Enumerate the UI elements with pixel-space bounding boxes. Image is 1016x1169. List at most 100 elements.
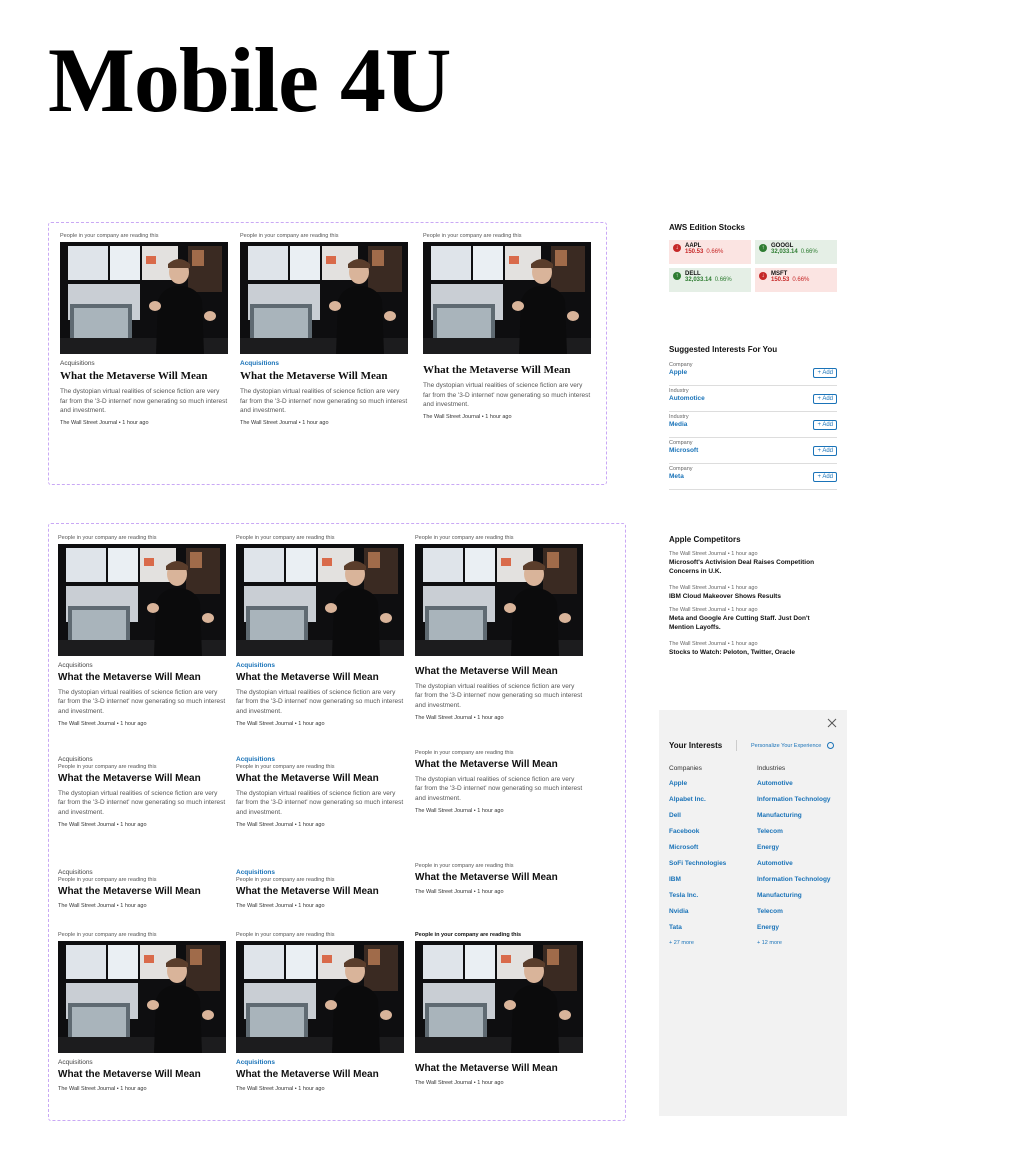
article-thumbnail[interactable]: [58, 941, 226, 1053]
article-headline[interactable]: What the Metaverse Will Mean: [58, 672, 226, 685]
article-meta: The Wall Street Journal • 1 hour ago: [240, 420, 408, 426]
article-headline[interactable]: What the Metaverse Will Mean: [236, 672, 404, 685]
industry-interest-link[interactable]: Automotive: [757, 860, 831, 876]
suggested-interest-row: Industry Media + Add: [669, 412, 837, 438]
industry-interest-link[interactable]: Telecom: [757, 908, 831, 924]
article-meta: The Wall Street Journal • 1 hour ago: [58, 822, 226, 828]
article-card[interactable]: Acquisitions People in your company are r…: [236, 863, 404, 909]
article-headline[interactable]: What the Metaverse Will Mean: [236, 773, 404, 786]
article-card[interactable]: People in your company are reading this …: [240, 233, 408, 426]
article-headline[interactable]: What the Metaverse Will Mean: [58, 773, 226, 786]
interest-name[interactable]: Meta: [669, 473, 837, 480]
article-headline[interactable]: What the Metaverse Will Mean: [58, 1069, 226, 1082]
article-headline[interactable]: What the Metaverse Will Mean: [236, 886, 404, 899]
companies-more-link[interactable]: + 27 more: [669, 940, 726, 946]
suggested-interest-row: Company Apple + Add: [669, 360, 837, 386]
competitor-headline[interactable]: IBM Cloud Makeover Shows Results: [669, 592, 829, 601]
article-card[interactable]: People in your company are reading this W…: [415, 863, 583, 895]
competitor-article[interactable]: The Wall Street Journal • 1 hour ago IBM …: [669, 585, 829, 601]
competitor-article[interactable]: The Wall Street Journal • 1 hour ago Meta…: [669, 607, 829, 633]
article-card[interactable]: Acquisitions People in your company are r…: [58, 750, 226, 828]
article-headline[interactable]: What the Metaverse Will Mean: [240, 370, 408, 384]
add-interest-button[interactable]: + Add: [813, 446, 837, 456]
close-icon[interactable]: [827, 718, 837, 728]
company-interest-link[interactable]: Tata: [669, 924, 726, 940]
add-interest-button[interactable]: + Add: [813, 472, 837, 482]
article-thumbnail[interactable]: [60, 242, 228, 354]
article-thumbnail[interactable]: [415, 941, 583, 1053]
company-interest-link[interactable]: IBM: [669, 876, 726, 892]
reading-label: People in your company are reading this: [58, 877, 157, 883]
article-source: The Wall Street Journal: [236, 902, 294, 909]
industry-interest-link[interactable]: Telecom: [757, 828, 831, 844]
industry-interest-link[interactable]: Information Technology: [757, 796, 831, 812]
add-interest-button[interactable]: + Add: [813, 394, 837, 404]
article-headline[interactable]: What the Metaverse Will Mean: [60, 370, 228, 384]
interest-name[interactable]: Microsoft: [669, 447, 837, 454]
suggested-interest-row: Company Meta + Add: [669, 464, 837, 490]
article-card[interactable]: People in your company are reading this …: [236, 932, 404, 1092]
article-headline[interactable]: What the Metaverse Will Mean: [423, 364, 591, 378]
article-card[interactable]: People in your company are reading this …: [58, 932, 226, 1092]
article-time: 1 hour ago: [477, 888, 504, 895]
article-headline[interactable]: What the Metaverse Will Mean: [415, 872, 583, 885]
article-card[interactable]: People in your company are reading this …: [60, 233, 228, 426]
interest-name[interactable]: Media: [669, 421, 837, 428]
interest-name[interactable]: Automotice: [669, 395, 837, 402]
competitor-headline[interactable]: Stocks to Watch: Peloton, Twitter, Oracl…: [669, 648, 829, 657]
your-interests-panel: Your Interests Personalize Your Experien…: [659, 710, 847, 1116]
interest-name[interactable]: Apple: [669, 369, 837, 376]
stock-tile-googl[interactable]: ↑ GOOGL 32,033.14 0.66%: [755, 240, 837, 264]
stock-tile-msft[interactable]: ↓ MSFT 150.53 0.66%: [755, 268, 837, 292]
industry-interest-link[interactable]: Automotive: [757, 780, 831, 796]
competitor-article[interactable]: The Wall Street Journal • 1 hour ago Micr…: [669, 551, 829, 577]
category-label[interactable]: Acquisitions: [236, 869, 404, 876]
category-label[interactable]: Acquisitions: [240, 360, 408, 367]
article-thumbnail[interactable]: [236, 941, 404, 1053]
company-interest-link[interactable]: Dell: [669, 812, 726, 828]
article-headline[interactable]: What the Metaverse Will Mean: [415, 1063, 583, 1076]
article-thumbnail[interactable]: [415, 544, 583, 656]
company-interest-link[interactable]: SoFi Technologies: [669, 860, 726, 876]
company-interest-link[interactable]: Microsoft: [669, 844, 726, 860]
article-headline[interactable]: What the Metaverse Will Mean: [415, 759, 583, 772]
industry-interest-link[interactable]: Energy: [757, 924, 831, 940]
article-headline[interactable]: What the Metaverse Will Mean: [415, 666, 583, 679]
article-card[interactable]: People in your company are reading this …: [58, 535, 226, 727]
article-card[interactable]: Acquisitions People in your company are r…: [236, 750, 404, 828]
company-interest-link[interactable]: Alpabet Inc.: [669, 796, 726, 812]
article-headline[interactable]: What the Metaverse Will Mean: [236, 1069, 404, 1082]
company-interest-link[interactable]: Tesla Inc.: [669, 892, 726, 908]
add-interest-button[interactable]: + Add: [813, 420, 837, 430]
stock-tile-dell[interactable]: ↑ DELL 32,033.14 0.66%: [669, 268, 751, 292]
article-thumbnail[interactable]: [423, 242, 591, 354]
add-interest-button[interactable]: + Add: [813, 368, 837, 378]
article-description: The dystopian virtual realities of scien…: [58, 789, 226, 817]
article-card[interactable]: People in your company are reading this …: [236, 535, 404, 727]
company-interest-link[interactable]: Apple: [669, 780, 726, 796]
industry-interest-link[interactable]: Manufacturing: [757, 812, 831, 828]
industry-interest-link[interactable]: Information Technology: [757, 876, 831, 892]
category-label[interactable]: Acquisitions: [236, 662, 404, 669]
article-headline[interactable]: What the Metaverse Will Mean: [58, 886, 226, 899]
article-card[interactable]: People in your company are reading this …: [415, 535, 583, 721]
article-thumbnail[interactable]: [58, 544, 226, 656]
article-thumbnail[interactable]: [240, 242, 408, 354]
company-interest-link[interactable]: Nvidia: [669, 908, 726, 924]
industries-more-link[interactable]: + 12 more: [757, 940, 831, 946]
article-card[interactable]: People in your company are reading this …: [423, 233, 591, 420]
competitor-headline[interactable]: Meta and Google Are Cutting Staff. Just …: [669, 614, 829, 633]
article-card[interactable]: People in your company are reading this …: [415, 932, 583, 1086]
stock-tile-aapl[interactable]: ↓ AAPL 150.53 0.66%: [669, 240, 751, 264]
competitor-article[interactable]: The Wall Street Journal • 1 hour ago Stoc…: [669, 641, 829, 657]
article-card[interactable]: People in your company are reading this W…: [415, 750, 583, 814]
article-thumbnail[interactable]: [236, 544, 404, 656]
company-interest-link[interactable]: Facebook: [669, 828, 726, 844]
category-label[interactable]: Acquisitions: [236, 756, 404, 763]
industry-interest-link[interactable]: Manufacturing: [757, 892, 831, 908]
personalize-link[interactable]: Personalize Your Experience: [751, 742, 834, 749]
category-label[interactable]: Acquisitions: [236, 1059, 404, 1066]
industry-interest-link[interactable]: Energy: [757, 844, 831, 860]
article-card[interactable]: Acquisitions People in your company are r…: [58, 863, 226, 909]
competitor-headline[interactable]: Microsoft's Activision Deal Raises Compe…: [669, 558, 829, 577]
